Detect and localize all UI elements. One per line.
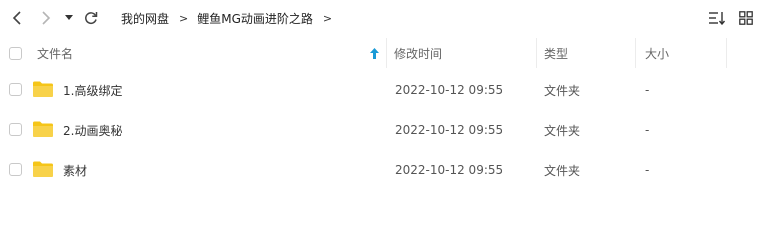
file-name[interactable]: 1.高级绑定 [63, 70, 122, 110]
caret-down-icon [65, 15, 73, 20]
refresh-icon [85, 12, 98, 25]
file-size: - [645, 123, 650, 137]
column-divider[interactable] [726, 38, 727, 68]
file-size: - [645, 163, 650, 177]
file-name[interactable]: 素材 [63, 150, 87, 190]
column-divider[interactable] [536, 38, 537, 68]
column-divider[interactable] [635, 38, 636, 68]
breadcrumb: 我的网盘 > 鲤鱼MG动画进阶之路 > [121, 0, 341, 36]
back-button[interactable] [8, 9, 26, 27]
row-checkbox[interactable] [9, 83, 22, 96]
column-divider[interactable] [386, 38, 387, 68]
folder-icon [33, 121, 53, 137]
file-modified: 2022-10-12 09:55 [395, 163, 504, 177]
folder-icon [33, 161, 53, 177]
column-header-size[interactable]: 大小 [645, 36, 669, 70]
sort-list-icon [709, 12, 726, 25]
forward-button[interactable] [37, 9, 55, 27]
file-modified: 2022-10-12 09:55 [395, 123, 504, 137]
toolbar: 我的网盘 > 鲤鱼MG动画进阶之路 > [0, 0, 763, 36]
grid-view-icon [739, 11, 753, 25]
breadcrumb-item-current[interactable]: 鲤鱼MG动画进阶之路 [197, 10, 313, 27]
file-row[interactable]: 素材 2022-10-12 09:55 文件夹 - [0, 150, 763, 190]
history-dropdown[interactable] [62, 9, 76, 27]
chevron-right-icon [42, 11, 51, 25]
column-header-modified[interactable]: 修改时间 [394, 36, 442, 70]
file-type: 文件夹 [544, 83, 581, 98]
row-checkbox[interactable] [9, 123, 22, 136]
file-modified: 2022-10-12 09:55 [395, 83, 504, 97]
chevron-left-icon [12, 11, 21, 25]
column-header-type[interactable]: 类型 [544, 36, 568, 70]
breadcrumb-item-root[interactable]: 我的网盘 [121, 10, 169, 27]
breadcrumb-separator: > [179, 11, 189, 25]
file-row[interactable]: 2.动画奥秘 2022-10-12 09:55 文件夹 - [0, 110, 763, 150]
folder-icon [33, 81, 53, 97]
column-header: 文件名 修改时间 类型 大小 [0, 36, 763, 70]
file-row[interactable]: 1.高级绑定 2022-10-12 09:55 文件夹 - [0, 70, 763, 110]
file-name[interactable]: 2.动画奥秘 [63, 110, 122, 150]
file-type: 文件夹 [544, 163, 581, 178]
sort-button[interactable] [708, 10, 726, 26]
file-type: 文件夹 [544, 123, 581, 138]
breadcrumb-separator[interactable]: > [323, 12, 332, 25]
file-size: - [645, 83, 650, 97]
grid-view-button[interactable] [737, 10, 755, 26]
row-checkbox[interactable] [9, 163, 22, 176]
select-all-checkbox[interactable] [9, 47, 22, 60]
refresh-button[interactable] [82, 9, 100, 27]
column-header-name[interactable]: 文件名 [37, 36, 73, 70]
arrow-up-icon[interactable] [370, 48, 379, 59]
